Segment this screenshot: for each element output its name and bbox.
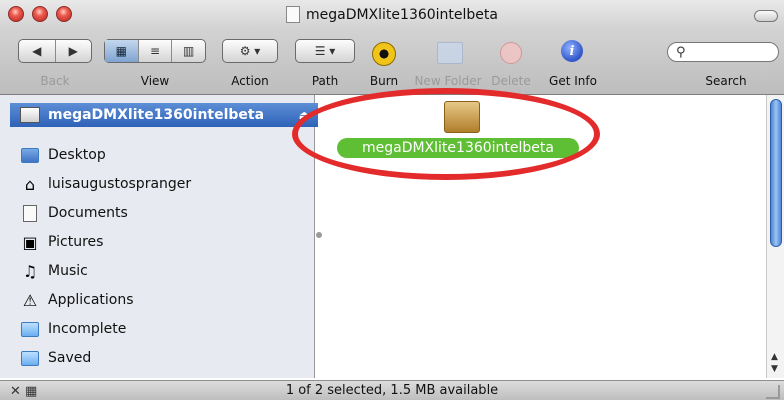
sidebar-volume-row[interactable]: megaDMXlite1360intelbeta ⏏	[10, 103, 318, 127]
view-label: View	[140, 74, 170, 88]
split-view-handle[interactable]	[316, 232, 322, 238]
disk-image-icon	[20, 107, 40, 123]
scroll-down-icon[interactable]: ▼	[771, 364, 778, 374]
sidebar-item-desktop[interactable]: Desktop	[20, 144, 312, 166]
sidebar-item-pictures[interactable]: ▣ Pictures	[20, 231, 312, 253]
gear-icon: ⚙ ▾	[239, 44, 261, 58]
status-text: 1 of 2 selected, 1.5 MB available	[285, 383, 499, 398]
scrollbar-thumb[interactable]	[770, 99, 782, 247]
sidebar-item-label: Applications	[48, 292, 134, 308]
delete-label: Delete	[491, 74, 531, 88]
burn-icon[interactable]	[372, 42, 396, 66]
sidebar-item-label: Music	[48, 263, 88, 279]
sidebar-item-label: luisaugustospranger	[48, 176, 192, 192]
annotation-ellipse	[292, 88, 600, 180]
toolbar-toggle-button[interactable]	[754, 10, 778, 22]
back-arrow-icon[interactable]: ◀	[19, 40, 55, 62]
action-button[interactable]: ⚙ ▾	[222, 39, 278, 63]
list-view-icon[interactable]: ≡	[137, 40, 172, 62]
column-view-icon[interactable]: ▥	[171, 40, 205, 62]
delete-icon[interactable]	[500, 42, 522, 64]
home-icon: ⌂	[24, 174, 36, 194]
new-folder-label: New Folder	[414, 74, 482, 88]
toolbar: megaDMXlite1360intelbeta ◀ ▶ Back ▦ ≡ ▥ …	[0, 0, 784, 95]
scroll-arrows[interactable]: ▲ ▼	[767, 350, 784, 378]
window-title: megaDMXlite1360intelbeta	[305, 6, 498, 23]
search-label: Search	[705, 74, 747, 88]
get-info-label: Get Info	[549, 74, 597, 88]
path-icon: ☰ ▾	[314, 44, 336, 58]
icon-view-icon[interactable]: ▦	[105, 40, 138, 62]
path-button[interactable]: ☰ ▾	[295, 39, 355, 63]
back-forward-control[interactable]: ◀ ▶	[18, 39, 92, 63]
sidebar-item-label: Incomplete	[48, 321, 127, 337]
vertical-scrollbar[interactable]: ▲ ▼	[766, 95, 784, 378]
pictures-icon: ▣	[22, 232, 38, 252]
path-label: Path	[311, 74, 339, 88]
sidebar-item-label: Saved	[48, 350, 92, 366]
finder-window: megaDMXlite1360intelbeta ◀ ▶ Back ▦ ≡ ▥ …	[0, 0, 784, 400]
sidebar-item-documents[interactable]: Documents	[20, 202, 312, 224]
search-field[interactable]: ⚲	[667, 42, 779, 62]
sidebar-item-saved[interactable]: Saved	[20, 347, 312, 369]
sidebar-item-music[interactable]: ♫ Music	[20, 260, 312, 282]
sidebar-item-home[interactable]: ⌂ luisaugustospranger	[20, 173, 312, 195]
desktop-icon	[20, 145, 40, 165]
view-control[interactable]: ▦ ≡ ▥	[104, 39, 206, 63]
documents-icon	[20, 203, 40, 223]
back-label: Back	[40, 74, 70, 88]
applications-icon: ⚠	[22, 290, 38, 310]
action-label: Action	[231, 74, 269, 88]
sidebar-volume-label: megaDMXlite1360intelbeta	[48, 107, 265, 123]
music-icon: ♫	[22, 261, 38, 281]
folder-icon	[20, 319, 40, 339]
sidebar-item-applications[interactable]: ⚠ Applications	[20, 289, 312, 311]
sidebar-item-label: Desktop	[48, 147, 106, 163]
forward-arrow-icon[interactable]: ▶	[54, 40, 92, 62]
document-icon	[285, 6, 300, 23]
sidebar-item-label: Pictures	[48, 234, 104, 250]
status-bar: ✕ ▦ 1 of 2 selected, 1.5 MB available	[0, 380, 784, 400]
window-title-bar: megaDMXlite1360intelbeta	[0, 6, 784, 23]
search-icon: ⚲	[676, 45, 686, 60]
new-folder-icon[interactable]	[437, 42, 463, 64]
burn-label: Burn	[369, 74, 399, 88]
folder-icon	[20, 348, 40, 368]
info-icon[interactable]: i	[561, 40, 583, 62]
resize-grip-icon[interactable]	[766, 385, 780, 399]
scroll-up-icon[interactable]: ▲	[771, 352, 778, 362]
sidebar-item-label: Documents	[48, 205, 128, 221]
sidebar-item-incomplete[interactable]: Incomplete	[20, 318, 312, 340]
